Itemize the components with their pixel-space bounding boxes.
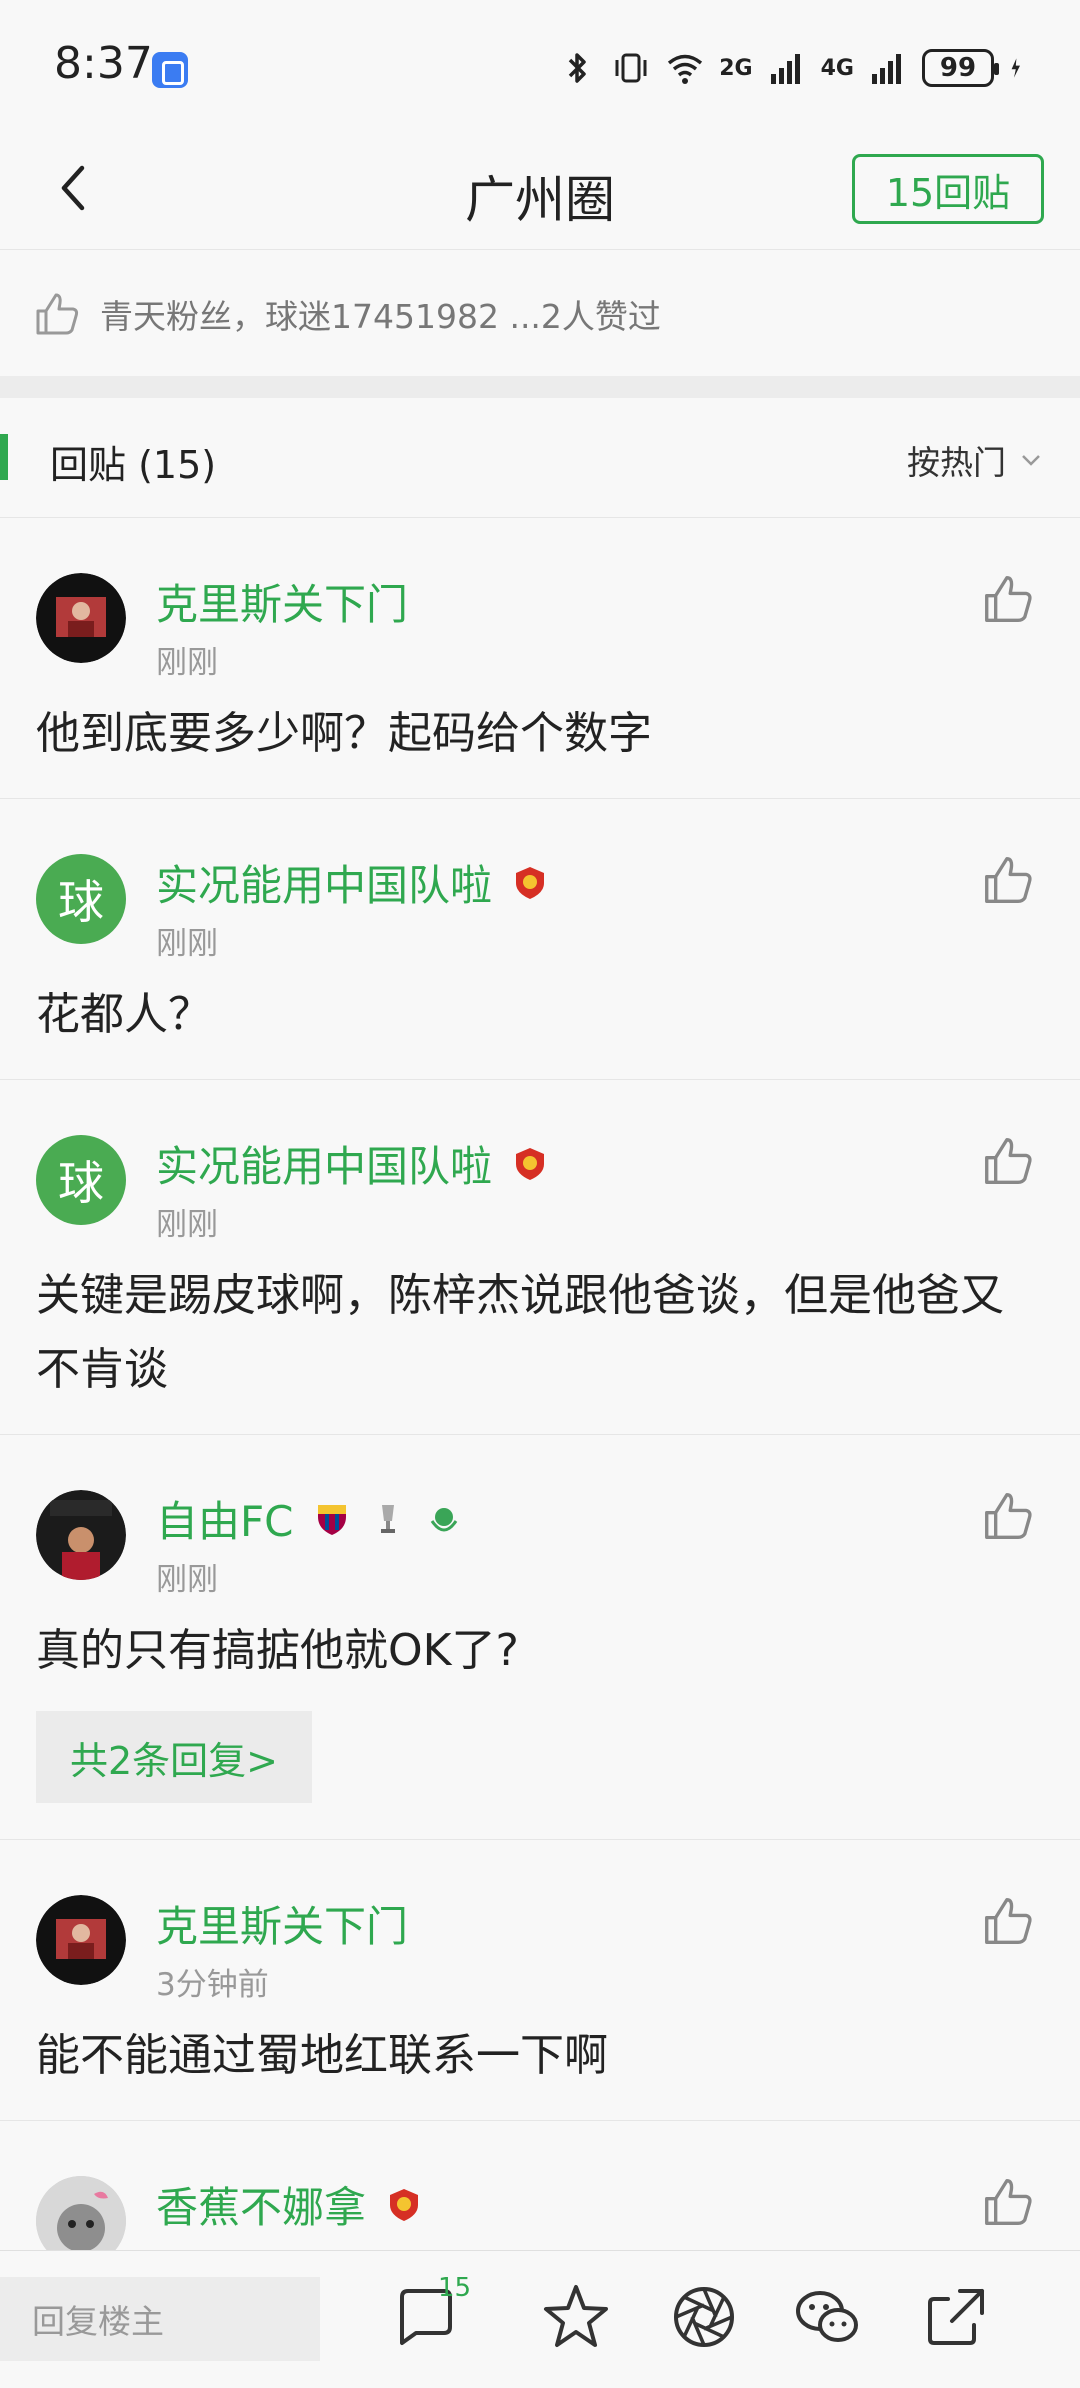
avatar[interactable]: [36, 2176, 126, 2250]
club-crest-icon: [317, 1504, 346, 1535]
like-icon[interactable]: [980, 1893, 1036, 1949]
like-icon[interactable]: [980, 1133, 1036, 1189]
username-text: 实况能用中国队啦: [156, 861, 493, 910]
status-time: 8:37: [54, 38, 153, 89]
bluetooth-icon: [569, 53, 586, 83]
replies-title: 回贴 (15): [50, 443, 217, 487]
team-badge-icon: [516, 866, 545, 899]
username-text: 克里斯关下门: [156, 1902, 409, 1951]
likes-summary[interactable]: 青天粉丝，球迷17451982 ...2人赞过: [0, 252, 1080, 376]
section-divider: [0, 376, 1080, 398]
status-icons: 2G 4G 99: [557, 44, 1032, 92]
avatar[interactable]: [36, 573, 126, 663]
chevron-down-icon: [1022, 455, 1040, 466]
username[interactable]: 实况能用中国队啦: [156, 852, 548, 913]
thumbs-up-icon: [36, 293, 79, 335]
trophy-icon: [380, 1504, 395, 1533]
post-time: 刚刚: [156, 645, 218, 681]
post-time: 刚刚: [156, 1562, 218, 1598]
username-text: 自由FC: [156, 1497, 294, 1546]
battery-indicator: 99: [922, 49, 999, 87]
team-badge-icon: [390, 2188, 419, 2221]
username[interactable]: 香蕉不娜拿: [156, 2174, 422, 2235]
post-text: 真的只有搞掂他就OK了?: [36, 1625, 519, 1676]
sort-dropdown[interactable]: 按热门: [907, 436, 1044, 484]
avatar[interactable]: [36, 1895, 126, 1985]
reply-count-button[interactable]: 15回贴: [852, 154, 1044, 224]
post-time: 刚刚: [156, 926, 218, 962]
username[interactable]: 克里斯关下门: [156, 571, 408, 632]
like-icon[interactable]: [980, 1488, 1036, 1544]
signal-icon-2: [872, 54, 901, 84]
sort-label: 按热门: [907, 443, 1006, 482]
like-icon[interactable]: [980, 2174, 1036, 2230]
username-text: 实况能用中国队啦: [156, 1142, 493, 1191]
post-text: 能不能通过蜀地红联系一下啊: [36, 2030, 608, 2081]
like-icon[interactable]: [980, 571, 1036, 627]
app-notification-icon: [152, 52, 188, 88]
wifi-icon: [668, 54, 703, 84]
avatar[interactable]: [36, 1490, 126, 1580]
vibrate-icon: [615, 53, 647, 83]
status-bar: 8:37 2G 4G 99: [0, 0, 1080, 130]
username[interactable]: 实况能用中国队啦: [156, 1133, 548, 1194]
signal-icon: [770, 54, 800, 84]
username-text: 香蕉不娜拿: [156, 2183, 367, 2232]
comment-count: 15: [438, 2273, 472, 2303]
network-4g-label: 4G: [820, 55, 854, 81]
star-icon[interactable]: [540, 2281, 612, 2353]
reply-input[interactable]: 回复楼主: [0, 2277, 320, 2361]
charging-icon: [1011, 58, 1020, 78]
username[interactable]: 自由FC: [156, 1488, 462, 1549]
reply-item[interactable]: 克里斯关下门 刚刚 他到底要多少啊？起码给个数字: [0, 519, 1080, 799]
reply-item[interactable]: 球 实况能用中国队啦 刚刚 花都人？: [0, 800, 1080, 1080]
view-more-replies-button[interactable]: 共2条回复>: [36, 1711, 312, 1803]
likes-text: 青天粉丝，球迷17451982 ...2人赞过: [100, 297, 661, 336]
nav-bar: 广州圈 15回贴: [0, 130, 1080, 250]
wechat-icon[interactable]: [792, 2281, 864, 2353]
bottom-action-bar: 回复楼主 15: [0, 2250, 1080, 2388]
reply-item[interactable]: 香蕉不娜拿: [0, 2122, 1080, 2250]
avatar[interactable]: 球: [36, 854, 126, 944]
reply-item[interactable]: 球 实况能用中国队啦 刚刚 关键是踢皮球啊，陈梓杰说跟他爸谈，但是他爸又不肯谈: [0, 1081, 1080, 1435]
section-marker: [0, 434, 8, 480]
post-text: 他到底要多少啊？起码给个数字: [36, 708, 652, 759]
like-icon[interactable]: [980, 852, 1036, 908]
moments-share-icon[interactable]: [668, 2281, 740, 2353]
network-2g-label: 2G: [719, 55, 753, 81]
post-text: 花都人？: [36, 989, 212, 1040]
share-icon[interactable]: [920, 2281, 992, 2353]
reply-item[interactable]: 克里斯关下门 3分钟前 能不能通过蜀地红联系一下啊: [0, 1841, 1080, 2121]
replies-header: 回贴 (15) 按热门: [0, 398, 1080, 518]
post-time: 刚刚: [156, 1207, 218, 1243]
medal-icon: [430, 1507, 457, 1531]
reply-item[interactable]: 自由FC 刚刚 真的只有搞掂他就OK了? 共2条回复>: [0, 1436, 1080, 1840]
team-badge-icon: [516, 1147, 545, 1180]
username-text: 克里斯关下门: [156, 580, 409, 629]
post-time: 3分钟前: [156, 1967, 269, 2003]
avatar[interactable]: 球: [36, 1135, 126, 1225]
username[interactable]: 克里斯关下门: [156, 1893, 408, 1954]
post-text: 关键是踢皮球啊，陈梓杰说跟他爸谈，但是他爸又不肯谈: [36, 1270, 1004, 1395]
